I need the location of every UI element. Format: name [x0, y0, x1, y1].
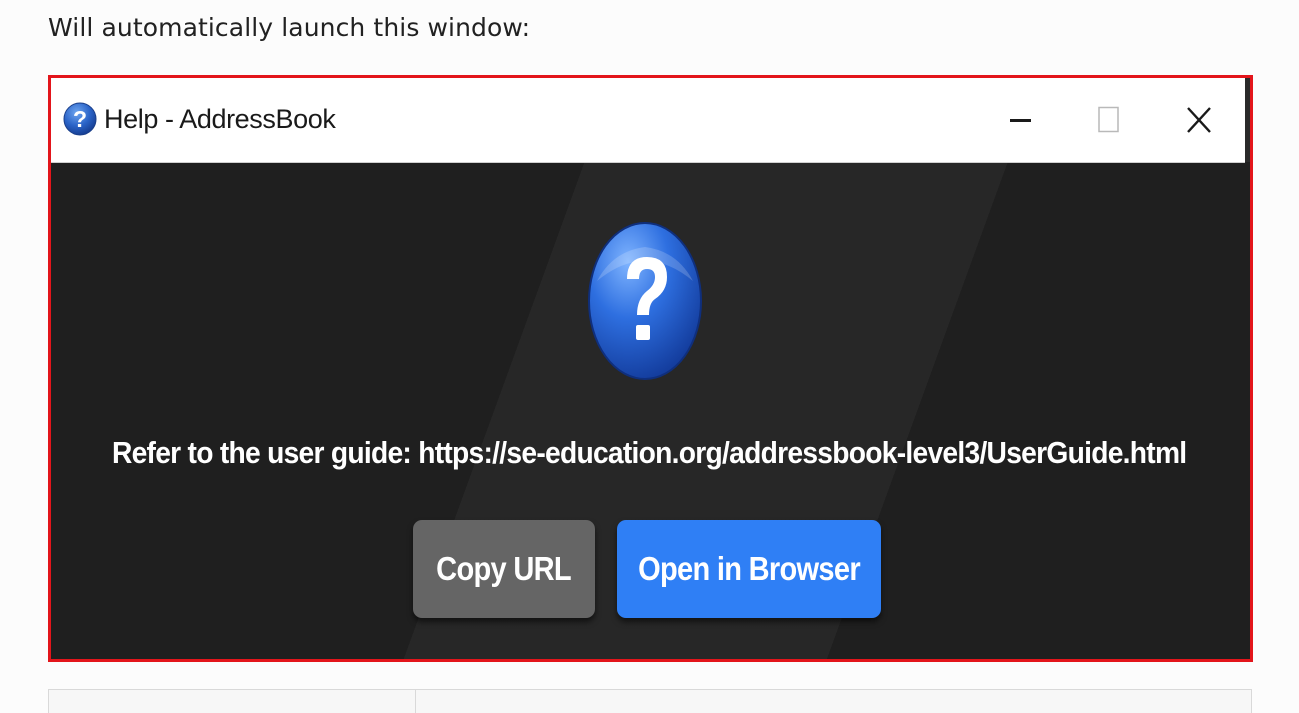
maximize-button[interactable]: [1074, 78, 1144, 162]
titlebar-edge: [1245, 78, 1250, 162]
copy-url-button[interactable]: Copy URL: [413, 520, 595, 618]
table-top-edge: [48, 689, 1252, 713]
minimize-icon: [1010, 119, 1031, 122]
open-in-browser-label: Open in Browser: [638, 550, 861, 587]
intro-text: Will automatically launch this window:: [48, 13, 531, 42]
table-column-divider: [415, 690, 416, 713]
document-page: Will automatically launch this window: ?…: [0, 0, 1299, 713]
minimize-button[interactable]: [986, 78, 1056, 162]
svg-text:?: ?: [73, 106, 87, 132]
help-icon: [588, 222, 702, 380]
window-titlebar[interactable]: ? Help - AddressBook: [51, 78, 1245, 163]
help-icon: ?: [63, 102, 97, 136]
help-window-screenshot: ? Help - AddressBook Refer to the user g…: [48, 75, 1253, 662]
dialog-message: Refer to the user guide: https://se-educ…: [111, 435, 1187, 470]
open-in-browser-button[interactable]: Open in Browser: [617, 520, 881, 618]
close-icon: [1187, 107, 1211, 133]
copy-url-label: Copy URL: [436, 550, 572, 587]
maximize-icon: [1098, 106, 1119, 133]
window-title: Help - AddressBook: [104, 104, 336, 134]
close-button[interactable]: [1164, 78, 1234, 162]
